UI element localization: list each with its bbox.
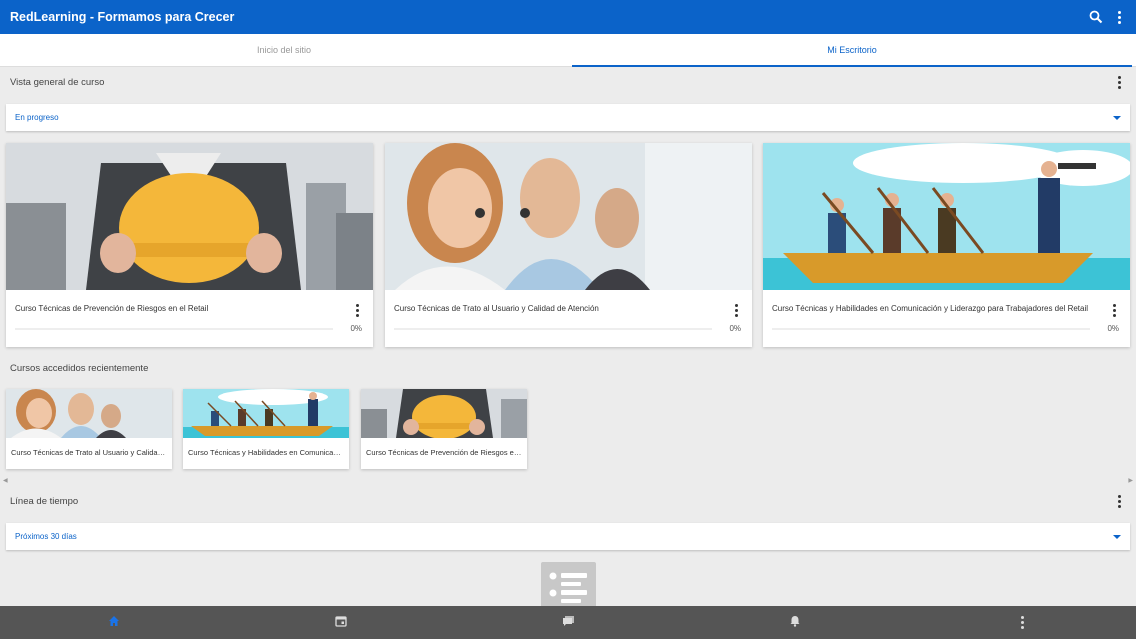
recent-course-name: Curso Técnicas de Prevención de Riesgos … <box>366 448 527 457</box>
scroll-left-icon[interactable]: ◀ <box>3 477 8 484</box>
tab-inicio-del-sitio[interactable]: Inicio del sitio <box>0 34 568 66</box>
course-name[interactable]: Curso Técnicas de Trato al Usuario y Cal… <box>394 304 724 313</box>
messages-icon <box>562 614 575 632</box>
tab-mi-escritorio[interactable]: Mi Escritorio <box>568 34 1136 67</box>
course-overview-header: Vista general de curso <box>0 67 1136 97</box>
recent-course-card[interactable]: Curso Técnicas de Trato al Usuario y Cal… <box>6 389 172 469</box>
course-menu-icon[interactable] <box>351 302 364 319</box>
course-menu-icon[interactable] <box>1108 302 1121 319</box>
recent-course-name: Curso Técnicas y Habilidades en Comunica… <box>188 448 349 457</box>
nav-home[interactable] <box>0 606 227 639</box>
course-filter-value: En progreso <box>15 113 59 122</box>
course-card[interactable]: Curso Técnicas de Prevención de Riesgos … <box>6 143 373 347</box>
nav-calendar[interactable] <box>227 606 454 639</box>
recent-course-card[interactable]: Curso Técnicas de Prevención de Riesgos … <box>361 389 527 469</box>
course-image-call-center <box>6 389 172 438</box>
app-bar: RedLearning - Formamos para Crecer <box>0 0 1136 34</box>
bell-icon <box>789 614 801 632</box>
course-image-hard-hat <box>6 143 373 290</box>
chevron-down-icon <box>1113 534 1121 539</box>
more-vertical-icon[interactable] <box>1113 9 1126 26</box>
search-icon[interactable] <box>1089 10 1103 24</box>
recent-courses-title: Cursos accedidos recientemente <box>10 362 149 374</box>
course-menu-icon[interactable] <box>730 302 743 319</box>
course-card[interactable]: Curso Técnicas y Habilidades en Comunica… <box>763 143 1130 347</box>
course-progress-bar <box>772 328 1090 330</box>
tab-bar: Inicio del sitio Mi Escritorio <box>0 34 1136 67</box>
timeline-filter-value: Próximos 30 días <box>15 532 77 541</box>
timeline-title: Línea de tiempo <box>10 495 79 507</box>
scroll-right-icon[interactable]: ▶ <box>1128 477 1133 484</box>
recent-courses-header: Cursos accedidos recientemente <box>0 353 1136 383</box>
course-image-hard-hat <box>361 389 527 438</box>
timeline-header: Línea de tiempo <box>0 486 1136 516</box>
app-title: RedLearning - Formamos para Crecer <box>10 10 235 24</box>
course-progress-bar <box>15 328 333 330</box>
bottom-navigation <box>0 606 1136 639</box>
course-overview-title: Vista general de curso <box>10 76 105 88</box>
course-name[interactable]: Curso Técnicas de Prevención de Riesgos … <box>15 304 345 313</box>
course-filter-select[interactable]: En progreso <box>6 104 1130 131</box>
empty-list-icon <box>541 562 596 606</box>
course-name[interactable]: Curso Técnicas y Habilidades en Comunica… <box>772 304 1102 313</box>
nav-notifications[interactable] <box>682 606 909 639</box>
nav-more[interactable] <box>909 606 1136 639</box>
timeline-filter-select[interactable]: Próximos 30 días <box>6 523 1130 550</box>
recent-course-name: Curso Técnicas de Trato al Usuario y Cal… <box>11 448 172 457</box>
nav-messages[interactable] <box>454 606 681 639</box>
chevron-down-icon <box>1113 115 1121 120</box>
course-progress-bar <box>394 328 712 330</box>
course-image-rowing-team <box>183 389 349 438</box>
course-progress-percent: 0% <box>729 324 741 333</box>
course-card[interactable]: Curso Técnicas de Trato al Usuario y Cal… <box>385 143 752 347</box>
course-image-rowing-team <box>763 143 1130 290</box>
course-overview-menu-icon[interactable] <box>1113 74 1126 91</box>
home-icon <box>108 614 120 632</box>
calendar-icon <box>335 614 347 632</box>
course-progress-percent: 0% <box>350 324 362 333</box>
recent-course-card[interactable]: Curso Técnicas y Habilidades en Comunica… <box>183 389 349 469</box>
horizontal-scroll-indicator: ◀ ▶ <box>0 477 1136 485</box>
course-image-call-center <box>385 143 752 290</box>
course-progress-percent: 0% <box>1107 324 1119 333</box>
timeline-menu-icon[interactable] <box>1113 493 1126 510</box>
more-vertical-icon <box>1016 614 1029 631</box>
